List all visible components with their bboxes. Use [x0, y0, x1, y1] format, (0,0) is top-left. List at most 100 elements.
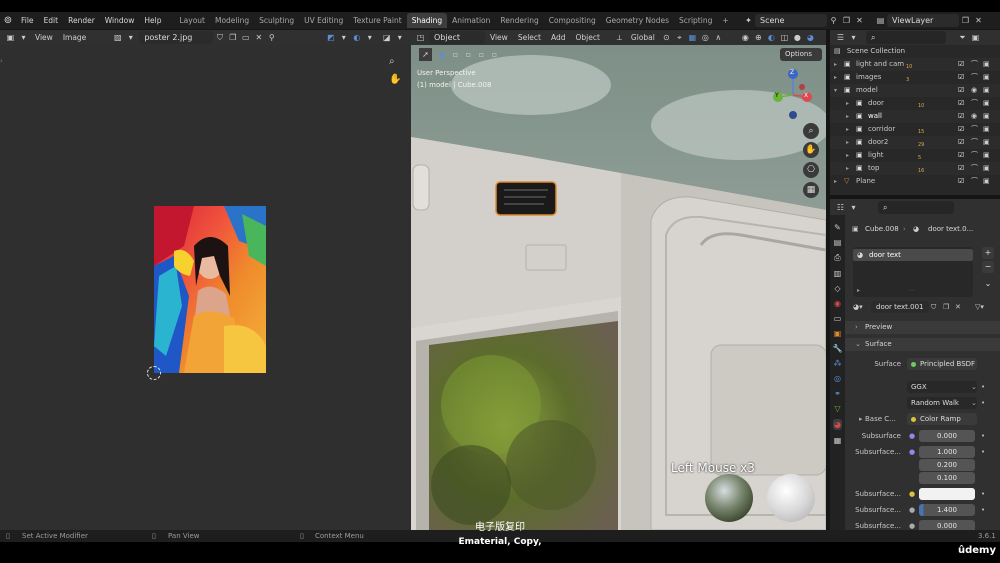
tab-sculpting[interactable]: Sculpting: [254, 13, 299, 28]
socket-dot-icon[interactable]: ●: [909, 504, 915, 517]
snap-icon[interactable]: ⌖: [673, 31, 686, 44]
blender-logo-icon[interactable]: ⊚: [0, 13, 16, 29]
object-mode-selector[interactable]: Object Mode: [429, 31, 485, 55]
eye-icon[interactable]: ◉: [971, 110, 977, 123]
eye-icon[interactable]: ◉: [971, 84, 977, 97]
outliner-item[interactable]: ▸ ▣ images 3 ☑ ⌒ ▣: [830, 71, 1000, 84]
display-channels-icon[interactable]: ◪: [380, 31, 393, 44]
editor-type-icon[interactable]: ☰: [834, 31, 847, 44]
tab-modeling[interactable]: Modeling: [210, 13, 254, 28]
expand-arrow-icon[interactable]: ▸: [846, 149, 849, 162]
particles-tab-icon[interactable]: ⁂: [834, 359, 842, 368]
constraints-tab-icon[interactable]: ⚭: [834, 389, 841, 398]
eye-icon[interactable]: ⌒: [971, 123, 978, 136]
overlay-icon[interactable]: ◐: [350, 31, 363, 44]
chevron-down-icon[interactable]: ▾: [363, 31, 376, 44]
outliner-search-input[interactable]: ⌕: [866, 31, 946, 44]
socket-dot-icon[interactable]: ●: [909, 446, 915, 459]
chevron-down-icon[interactable]: ▾: [847, 201, 860, 214]
checkbox-icon[interactable]: ☑: [958, 110, 964, 123]
image-browse-icon[interactable]: ▨: [111, 31, 124, 44]
expand-arrow-icon[interactable]: ▸: [834, 71, 837, 84]
pin-icon[interactable]: ⚲: [265, 31, 278, 44]
keyframe-dot-icon[interactable]: •: [981, 504, 985, 517]
keyframe-dot-icon[interactable]: •: [981, 397, 985, 410]
tab-layout[interactable]: Layout: [174, 13, 210, 28]
tab-compositing[interactable]: Compositing: [544, 13, 601, 28]
subsurface-value[interactable]: 0.000: [919, 430, 975, 442]
world-tab-icon[interactable]: ◉: [834, 299, 841, 308]
expand-arrow-icon[interactable]: ▸: [846, 97, 849, 110]
surface-panel-header[interactable]: ⌄ Surface: [845, 338, 1000, 351]
view-layer-selector[interactable]: ViewLayer: [887, 14, 959, 27]
subsurface-color-swatch[interactable]: [919, 488, 975, 500]
outliner-item[interactable]: ▸ ▣ door 10 ☑ ⌒ ▣: [830, 97, 1000, 110]
unlink-icon[interactable]: ✕: [252, 31, 265, 44]
pivot-icon[interactable]: ⊙: [660, 31, 673, 44]
menu-render[interactable]: Render: [63, 12, 100, 29]
overlay-icon[interactable]: ◐: [765, 31, 778, 44]
view-layer-icon[interactable]: ▤: [874, 14, 887, 27]
menu-image[interactable]: Image: [58, 30, 92, 45]
material-preview-icon[interactable]: ◕: [804, 31, 817, 44]
duplicate-material-icon[interactable]: ❐: [943, 301, 949, 314]
select-mode-subtract-icon[interactable]: ▫: [462, 48, 475, 61]
chevron-down-icon[interactable]: ⌄: [982, 278, 994, 290]
outliner-item[interactable]: ▾ ▣ model ☑ ◉ ▣: [830, 84, 1000, 97]
expand-arrow-icon[interactable]: ▸: [846, 123, 849, 136]
expand-arrow-icon[interactable]: ▸: [846, 162, 849, 175]
outliner-item[interactable]: ▸ ▣ door2 29 ☑ ⌒ ▣: [830, 136, 1000, 149]
menu-window[interactable]: Window: [100, 12, 140, 29]
menu-add[interactable]: Add: [546, 30, 571, 45]
select-mode-new-icon[interactable]: ▪: [436, 48, 449, 61]
checkbox-icon[interactable]: ☑: [958, 149, 964, 162]
tab-animation[interactable]: Animation: [447, 13, 495, 28]
socket-dot-icon[interactable]: ●: [909, 430, 915, 443]
select-mode-intersect-icon[interactable]: ▫: [488, 48, 501, 61]
image-name-field[interactable]: poster 2.jpg: [139, 31, 214, 44]
zoom-icon[interactable]: ⌕: [389, 56, 401, 68]
outliner-item[interactable]: ▸ ▣ light and cam 10 ☑ ⌒ ▣: [830, 58, 1000, 71]
expand-arrow-icon[interactable]: ▾: [834, 84, 837, 97]
unlink-icon[interactable]: ✕: [955, 301, 961, 314]
modifier-tab-icon[interactable]: 🔧: [833, 344, 843, 353]
output-tab-icon[interactable]: ⎙: [834, 253, 840, 263]
radius-z-value[interactable]: 0.100: [919, 472, 975, 484]
open-folder-icon[interactable]: ▭: [239, 31, 252, 44]
snap-increment-icon[interactable]: ▦: [686, 31, 699, 44]
visibility-icon[interactable]: ◉: [739, 31, 752, 44]
keyframe-dot-icon[interactable]: •: [981, 446, 985, 459]
menu-file[interactable]: File: [16, 12, 39, 29]
slot-link-icon[interactable]: ▽▾: [975, 301, 984, 314]
camera-render-icon[interactable]: ▣: [983, 149, 990, 162]
hand-pan-icon[interactable]: ✋: [389, 74, 401, 86]
select-mode-extend-icon[interactable]: ▫: [449, 48, 462, 61]
outliner-item[interactable]: ▸ ▣ corridor 15 ☑ ⌒ ▣: [830, 123, 1000, 136]
eye-icon[interactable]: ⌒: [971, 97, 978, 110]
fake-user-shield-icon[interactable]: ⛉: [931, 301, 936, 314]
sidebar-toggle-icon[interactable]: ›: [0, 57, 3, 65]
navigation-gizmo[interactable]: Z Y X: [769, 67, 819, 127]
camera-icon[interactable]: ⎔: [803, 162, 819, 178]
menu-select[interactable]: Select: [513, 30, 546, 45]
add-workspace-button[interactable]: +: [717, 13, 733, 28]
tab-uv-editing[interactable]: UV Editing: [299, 13, 348, 28]
outliner-item[interactable]: ▸ ▣ light 5 ☑ ⌒ ▣: [830, 149, 1000, 162]
menu-edit[interactable]: Edit: [39, 12, 64, 29]
grid-perspective-icon[interactable]: ▦: [803, 182, 819, 198]
material-name-field[interactable]: door text.001: [871, 301, 929, 313]
camera-render-icon[interactable]: ▣: [983, 97, 990, 110]
sync-cursor-icon[interactable]: ◩: [324, 31, 337, 44]
chevron-down-icon[interactable]: ▾: [847, 31, 860, 44]
filter-icon[interactable]: ⏷: [956, 31, 969, 44]
solid-shading-icon[interactable]: ●: [791, 31, 804, 44]
view-layer-tab-icon[interactable]: ▥: [834, 269, 842, 278]
material-tab-icon[interactable]: ◕: [833, 419, 842, 430]
menu-help[interactable]: Help: [139, 12, 166, 29]
subsurface-ior-slider[interactable]: 1.400: [919, 504, 975, 516]
editor-type-icon[interactable]: ◳: [414, 31, 427, 44]
camera-render-icon[interactable]: ▣: [983, 110, 990, 123]
checkbox-icon[interactable]: ☑: [958, 58, 964, 71]
chevron-down-icon[interactable]: ▾: [124, 31, 137, 44]
outliner-item[interactable]: ▸ ▣ wall ☑ ◉ ▣: [830, 110, 1000, 123]
